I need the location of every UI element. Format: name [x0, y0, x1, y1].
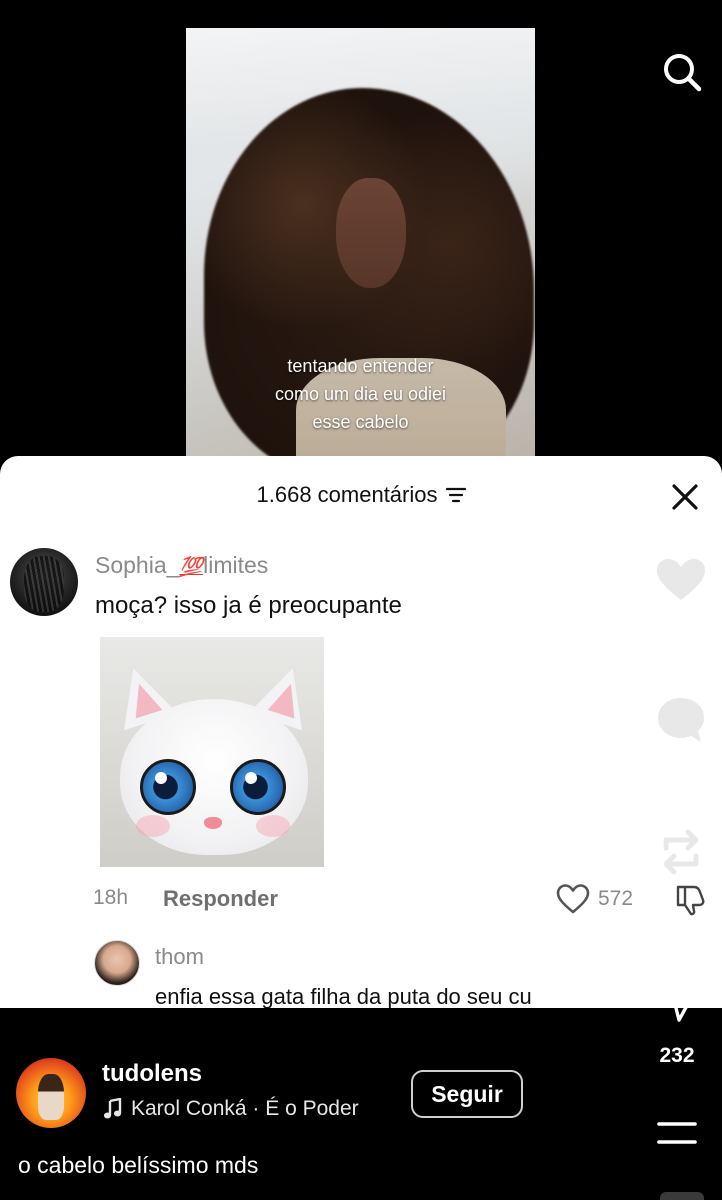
cat-eye [230, 759, 286, 815]
creator-username[interactable]: tudolens [102, 1060, 202, 1088]
filter-icon[interactable] [445, 487, 466, 503]
comments-header: 1.668 comentários [0, 456, 722, 532]
dislike-icon[interactable] [674, 884, 708, 916]
comment-count: 1.668 comentários [0, 482, 722, 508]
reply-username[interactable]: thom [155, 944, 204, 970]
reply-button[interactable]: Responder [163, 886, 278, 912]
share-icon [657, 982, 701, 1022]
comment-text: moça? isso ja é preocupante [95, 592, 402, 619]
reply-avatar[interactable] [94, 940, 140, 986]
reply-text: enfia essa gata filha da puta do seu cu [155, 984, 532, 1008]
video-player[interactable]: tentando entender como um dia eu odiei e… [186, 28, 535, 468]
username-suffix: limites [203, 552, 269, 578]
comment-time: 18h [93, 886, 129, 909]
cat-cheek [136, 815, 170, 837]
share-count: 232 [659, 1044, 695, 1067]
comment-like-count: 572 [598, 887, 634, 910]
comment-username[interactable]: Sophia_💯limites [95, 552, 268, 579]
hundred-points-emoji: 💯 [179, 557, 204, 578]
comment-count-label: 1.668 comentários [256, 482, 438, 507]
video-caption-line: como um dia eu odiei [274, 384, 447, 404]
video-subject-face [336, 178, 406, 288]
creator-avatar[interactable] [16, 1058, 86, 1128]
close-button[interactable] [668, 480, 702, 514]
music-note-icon [103, 1098, 122, 1119]
follow-button[interactable]: Seguir [411, 1070, 523, 1118]
close-icon [672, 484, 698, 510]
search-icon [664, 54, 702, 92]
menu-icon[interactable] [657, 1120, 697, 1146]
avatar[interactable] [10, 548, 78, 616]
music-title: Karol Conká · É o Poder [131, 1097, 359, 1120]
cat-eye [140, 759, 196, 815]
post-description: o cabelo belíssimo mds [18, 1152, 259, 1178]
comment-sticker-image[interactable] [100, 637, 324, 867]
share-action[interactable] [654, 976, 704, 1026]
comments-sheet: 1.668 comentários Sophia_💯limites moça? … [0, 456, 722, 1008]
comment-like-button[interactable]: 572 [556, 884, 646, 916]
music-info[interactable]: Karol Conká · É o Poder [103, 1097, 359, 1121]
video-caption-line: esse cabelo [312, 412, 409, 432]
video-caption: tentando entender como um dia eu odiei e… [186, 352, 535, 436]
heart-icon [556, 884, 590, 914]
next-item-edge [660, 1192, 704, 1200]
video-caption-line: tentando entender [287, 356, 434, 376]
cat-cheek [256, 815, 290, 837]
username-prefix: Sophia_ [95, 552, 180, 578]
cat-nose [204, 817, 222, 829]
search-button[interactable] [660, 50, 704, 94]
